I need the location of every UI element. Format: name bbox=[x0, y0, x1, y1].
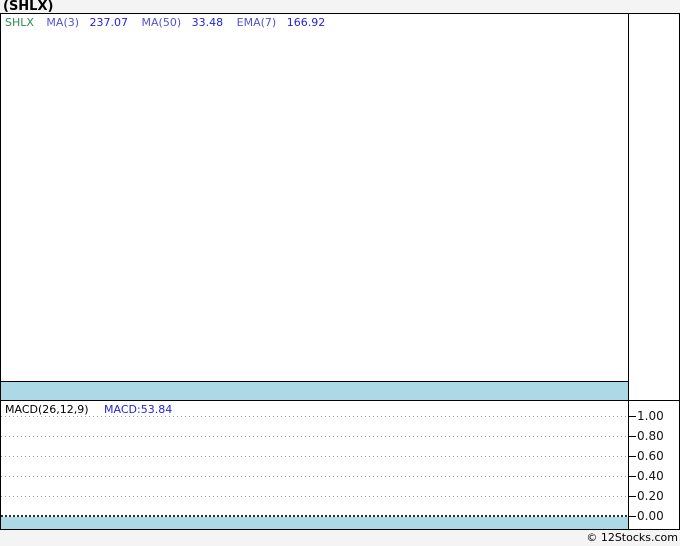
axis-tick bbox=[628, 496, 636, 497]
macd-gridline bbox=[1, 496, 628, 497]
macd-panel-legend: MACD(26,12,9) MACD:53.84 bbox=[5, 403, 172, 416]
axis-tick bbox=[628, 456, 636, 457]
axis-tick-label: 0.20 bbox=[637, 489, 664, 503]
axis-tick bbox=[628, 436, 636, 437]
ticker-symbol: SHLX bbox=[5, 16, 34, 29]
ema7-value: 166.92 bbox=[286, 16, 326, 29]
page-title: (SHLX) bbox=[3, 0, 54, 14]
copyright-link[interactable]: © 12Stocks.com bbox=[586, 531, 678, 544]
axis-tick bbox=[628, 416, 636, 417]
axis-tick-label: 0.40 bbox=[637, 469, 664, 483]
macd-gridline bbox=[1, 476, 628, 477]
axis-tick-label: 0.00 bbox=[637, 509, 664, 523]
macd-panel-bottom-band bbox=[1, 517, 628, 529]
macd-gridline bbox=[1, 416, 628, 417]
axis-tick bbox=[628, 516, 636, 517]
panel-separator-line bbox=[1, 400, 679, 401]
axis-tick-label: 0.80 bbox=[637, 429, 664, 443]
price-panel-bottom-band bbox=[1, 382, 628, 400]
macd-value: MACD:53.84 bbox=[104, 403, 173, 416]
stock-chart-page: (SHLX) SHLX MA(3) 237.07 MA(50) 33.48 EM… bbox=[0, 0, 680, 546]
macd-params-label: MACD(26,12,9) bbox=[5, 403, 89, 416]
plot-axis-divider bbox=[628, 14, 629, 529]
axis-tick bbox=[628, 476, 636, 477]
ma50-label: MA(50) bbox=[141, 16, 182, 29]
price-panel-legend: SHLX MA(3) 237.07 MA(50) 33.48 EMA(7) 16… bbox=[5, 16, 335, 29]
ma50-value: 33.48 bbox=[191, 16, 224, 29]
chart-container: SHLX MA(3) 237.07 MA(50) 33.48 EMA(7) 16… bbox=[0, 13, 680, 530]
macd-gridline bbox=[1, 436, 628, 437]
ema7-label: EMA(7) bbox=[236, 16, 277, 29]
macd-gridline bbox=[1, 456, 628, 457]
ma3-value: 237.07 bbox=[89, 16, 129, 29]
axis-tick-label: 1.00 bbox=[637, 409, 664, 423]
ma3-label: MA(3) bbox=[46, 16, 80, 29]
axis-tick-label: 0.60 bbox=[637, 449, 664, 463]
